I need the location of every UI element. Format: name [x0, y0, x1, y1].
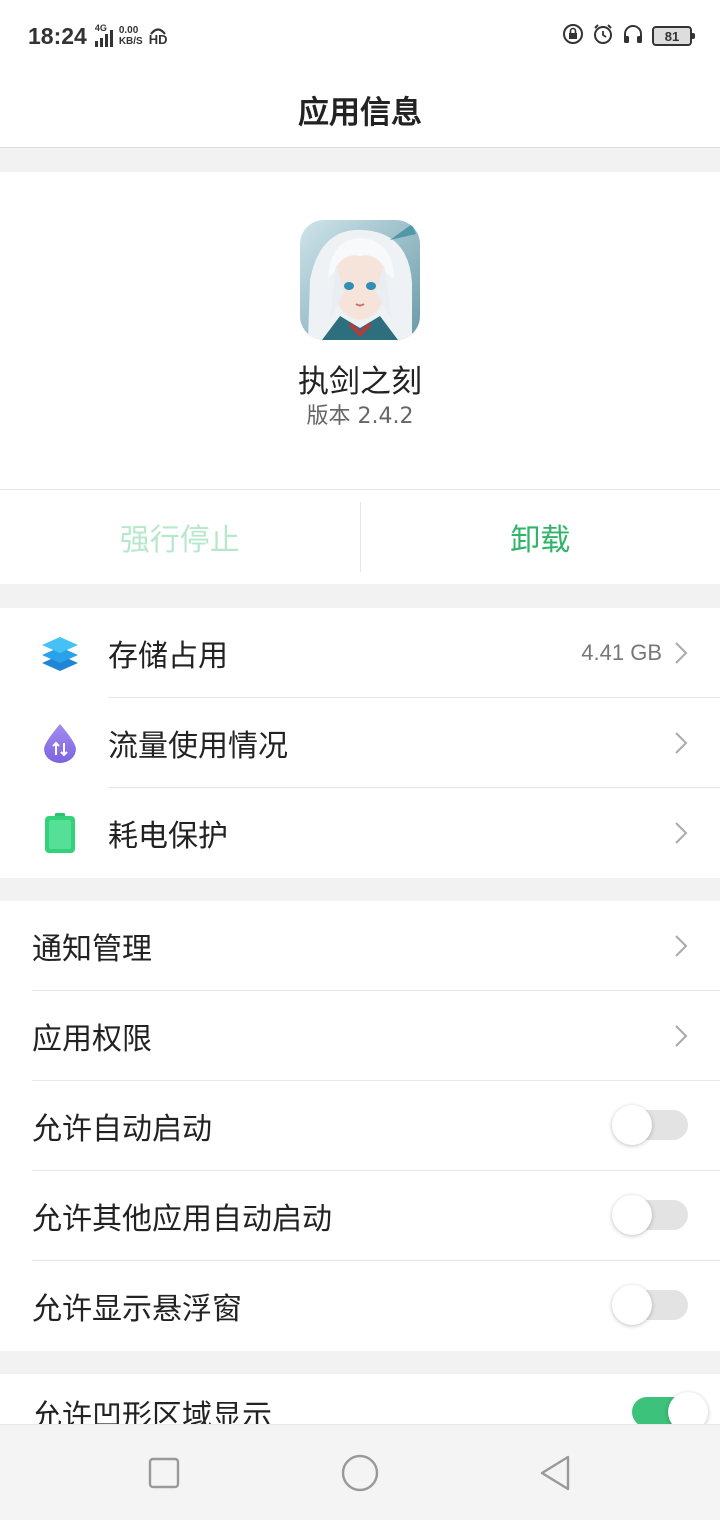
headphones-icon — [622, 23, 644, 49]
data-usage-row[interactable]: 流量使用情况 — [0, 698, 720, 788]
chevron-right-icon — [674, 1024, 688, 1048]
toggle-knob — [668, 1392, 708, 1424]
signal-icon: 4G — [93, 23, 113, 47]
toggle-knob — [612, 1105, 652, 1145]
battery-protection-label: 耗电保护 — [108, 819, 228, 854]
notification-management-row[interactable]: 通知管理 — [0, 901, 720, 991]
network-speed-value: 0.00 — [118, 25, 139, 36]
network-speed: 0.00 KB/S — [119, 25, 143, 47]
chevron-right-icon — [674, 934, 688, 958]
battery-icon — [40, 813, 80, 853]
layers-icon — [40, 633, 80, 673]
navigation-bar — [0, 1424, 720, 1520]
recent-apps-icon[interactable] — [144, 1453, 184, 1493]
app-name: 执剑之刻 — [298, 364, 422, 400]
app-action-buttons: 强行停止 卸载 — [0, 489, 720, 584]
network-type-label: 4G — [94, 23, 107, 33]
battery-protection-row[interactable]: 耗电保护 — [0, 788, 720, 878]
app-icon — [300, 220, 420, 340]
toggle-knob — [612, 1195, 652, 1235]
chevron-right-icon — [674, 821, 688, 845]
notch-display-row: 允许凹形区域显示 — [0, 1374, 720, 1424]
status-bar: 18:24 4G 0.00 KB/S HD 81 — [0, 0, 720, 72]
app-info-card: 执剑之刻 版本 2.4.2 强行停止 卸载 — [0, 172, 720, 584]
auto-start-row: 允许自动启动 — [0, 1081, 720, 1171]
app-permissions-label: 应用权限 — [32, 1022, 152, 1057]
battery-indicator: 81 — [652, 26, 695, 46]
data-drop-icon — [40, 723, 80, 763]
notch-display-toggle[interactable] — [632, 1392, 708, 1424]
floating-window-label: 允许显示悬浮窗 — [32, 1292, 242, 1327]
status-right: 81 — [562, 23, 695, 49]
hd-icon: HD — [148, 27, 168, 47]
notch-display-label: 允许凹形区域显示 — [32, 1399, 272, 1424]
network-speed-unit: KB/S — [118, 36, 143, 47]
toggle-knob — [612, 1285, 652, 1325]
alarm-icon — [592, 23, 614, 49]
floating-window-toggle[interactable] — [612, 1285, 688, 1325]
app-version: 版本 2.4.2 — [306, 404, 414, 429]
status-time: 18:24 — [28, 22, 87, 49]
display-group: 允许凹形区域显示 — [0, 1374, 720, 1424]
floating-window-row: 允许显示悬浮窗 — [0, 1261, 720, 1351]
data-usage-label: 流量使用情况 — [108, 729, 288, 764]
back-icon[interactable] — [536, 1453, 576, 1493]
hd-label: HD — [148, 32, 168, 47]
home-icon[interactable] — [338, 1451, 382, 1495]
rotation-lock-icon — [562, 23, 584, 49]
status-left: 18:24 4G 0.00 KB/S HD — [28, 23, 168, 50]
storage-row[interactable]: 存储占用 4.41 GB — [0, 608, 720, 698]
other-apps-auto-start-row: 允许其他应用自动启动 — [0, 1171, 720, 1261]
usage-group: 存储占用 4.41 GB 流量使用情况 耗电保护 — [0, 608, 720, 878]
app-permissions-row[interactable]: 应用权限 — [0, 991, 720, 1081]
storage-value: 4.41 GB — [581, 640, 662, 665]
page-title: 应用信息 — [298, 95, 422, 131]
notification-management-label: 通知管理 — [32, 932, 152, 967]
uninstall-button[interactable]: 卸载 — [361, 490, 720, 584]
other-apps-auto-start-label: 允许其他应用自动启动 — [32, 1202, 332, 1237]
title-bar: 应用信息 — [0, 72, 720, 148]
chevron-right-icon — [674, 731, 688, 755]
force-stop-button[interactable]: 强行停止 — [0, 490, 360, 584]
storage-label: 存储占用 — [108, 639, 228, 674]
other-apps-auto-start-toggle[interactable] — [612, 1195, 688, 1235]
auto-start-toggle[interactable] — [612, 1105, 688, 1145]
chevron-right-icon — [674, 641, 688, 665]
auto-start-label: 允许自动启动 — [32, 1112, 212, 1147]
settings-group: 通知管理 应用权限 允许自动启动 允许其他应用自动启动 允许显示悬浮窗 — [0, 901, 720, 1351]
